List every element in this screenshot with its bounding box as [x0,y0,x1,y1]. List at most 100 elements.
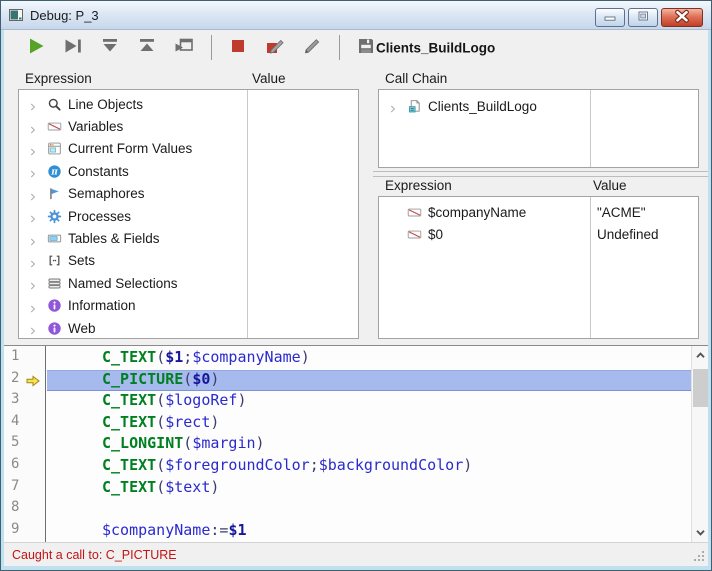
close-button[interactable] [661,8,703,27]
tree-item-named-selections[interactable]: Named Selections [19,272,358,294]
code-token: ( [156,478,165,496]
tree-item-current-form-values[interactable]: Current Form Values [19,138,358,160]
tree-item-line-objects[interactable]: Line Objects [19,93,358,115]
watch-row[interactable]: $companyName "ACME" [379,201,698,223]
abort-and-edit-button[interactable] [263,36,287,60]
run-button[interactable] [24,36,48,60]
watch-list[interactable]: $companyName "ACME" $0Undefined [378,196,699,339]
debug-toolbar: Clients_BuildLogo [4,30,708,65]
tree-item-label: Semaphores [68,186,145,201]
line-number[interactable]: 5 [4,434,45,456]
code-line-4[interactable]: C_TEXT($rect) [47,413,691,435]
expression-column-header: Expression [25,71,92,86]
watch-value: "ACME" [597,205,646,220]
titlebar[interactable]: Debug: P_3 [1,1,711,30]
line-number[interactable]: 4 [4,413,45,435]
tree-item-information[interactable]: Information [19,295,358,317]
code-token: ) [210,478,219,496]
save-settings-button[interactable] [354,36,378,60]
vertical-scrollbar[interactable] [691,346,708,542]
step-over-button[interactable] [61,36,85,60]
tree-item-label: Tables & Fields [68,231,160,246]
app-icon [8,7,24,23]
line-number[interactable]: 2 [4,370,45,392]
line-number[interactable]: 6 [4,456,45,478]
chevron-icon [28,122,38,132]
watch-expression-header: Expression [385,178,452,193]
scrollbar-thumb[interactable] [693,369,708,407]
code-line-6[interactable]: C_TEXT($foregroundColor;$backgroundColor… [47,456,691,478]
tree-item-label: Web [68,321,96,336]
tree-item-tables-fields[interactable]: Tables & Fields [19,227,358,249]
call-chain-list[interactable]: Clients_BuildLogo [378,89,699,168]
expression-tree[interactable]: Line Objects Variables Current Form Values… [18,89,359,339]
minimize-button[interactable] [595,8,625,27]
code-line-3[interactable]: C_TEXT($logoRef) [47,391,691,413]
resize-grip-icon[interactable] [692,549,706,563]
close-icon [665,8,699,27]
line-number-gutter[interactable]: 12345678910 [4,346,46,542]
scroll-up-icon[interactable] [692,347,709,364]
scroll-down-icon[interactable] [692,524,709,541]
step-into-process-button[interactable] [172,36,196,60]
code-token: $1 [228,521,246,539]
maximize-button[interactable] [628,8,658,27]
line-number[interactable]: 9 [4,521,45,543]
chevron-icon [28,99,38,109]
line-number[interactable]: 1 [4,348,45,370]
step-into-button[interactable] [98,36,122,60]
code-token: := [210,521,228,539]
chevron-icon [28,301,38,311]
variable-icon [406,204,422,220]
tree-item-label: Named Selections [68,276,178,291]
watch-row[interactable]: $0Undefined [379,223,698,245]
selection-icon [46,275,62,291]
current-line-arrow-icon [26,375,40,387]
tree-item-variables[interactable]: Variables [19,115,358,137]
tree-item-constants[interactable]: πConstants [19,160,358,182]
code-line-5[interactable]: C_LONGINT($margin) [47,434,691,456]
run-icon [24,34,48,61]
code-line-8[interactable] [47,499,691,521]
info-icon [46,298,62,314]
abort-and-edit-icon [263,34,287,61]
line-number[interactable]: 7 [4,478,45,500]
code-line-9[interactable]: $companyName:=$1 [47,521,691,542]
code-token: C_TEXT [102,348,156,366]
magnifier-icon [46,96,62,112]
code-token: ( [156,413,165,431]
code-token: ) [210,370,219,388]
step-out-icon [135,34,159,61]
code-line-2[interactable]: C_PICTURE($0) [47,370,691,392]
abort-icon [226,34,250,61]
status-message: Caught a call to: C_PICTURE [12,548,177,562]
edit-button[interactable] [300,36,324,60]
line-number[interactable]: 3 [4,391,45,413]
current-method-label: Clients_BuildLogo [376,40,495,55]
tree-item-sets[interactable]: Sets [19,250,358,272]
tree-item-processes[interactable]: Processes [19,205,358,227]
code-token: C_TEXT [102,413,156,431]
tree-item-semaphores[interactable]: Semaphores [19,183,358,205]
debug-window: Debug: P_3 Clients_BuildLogo Expression … [0,0,712,571]
code-line-7[interactable]: C_TEXT($text) [47,478,691,500]
call-chain-item[interactable]: Clients_BuildLogo [379,95,698,117]
horizontal-splitter[interactable] [373,171,708,177]
code-token: ) [301,348,310,366]
tree-item-label: Line Objects [68,97,143,112]
abort-button[interactable] [226,36,250,60]
step-out-button[interactable] [135,36,159,60]
code-token: C_TEXT [102,478,156,496]
watch-expression: $companyName [428,205,526,220]
chevron-icon [28,189,38,199]
minimize-icon [598,8,622,27]
line-number[interactable]: 8 [4,499,45,521]
tree-item-label: Current Form Values [68,141,192,156]
code-editor[interactable]: 12345678910 C_TEXT($1;$companyName)C_PIC… [4,345,708,542]
call-chain-method-label: Clients_BuildLogo [428,99,537,114]
watch-expression: $0 [428,227,443,242]
code-area[interactable]: C_TEXT($1;$companyName)C_PICTURE($0)C_TE… [47,346,691,542]
tree-item-web[interactable]: Web [19,317,358,339]
code-line-1[interactable]: C_TEXT($1;$companyName) [47,348,691,370]
panels-area: Expression Value Line ObjectsVariablesCu… [4,65,708,345]
